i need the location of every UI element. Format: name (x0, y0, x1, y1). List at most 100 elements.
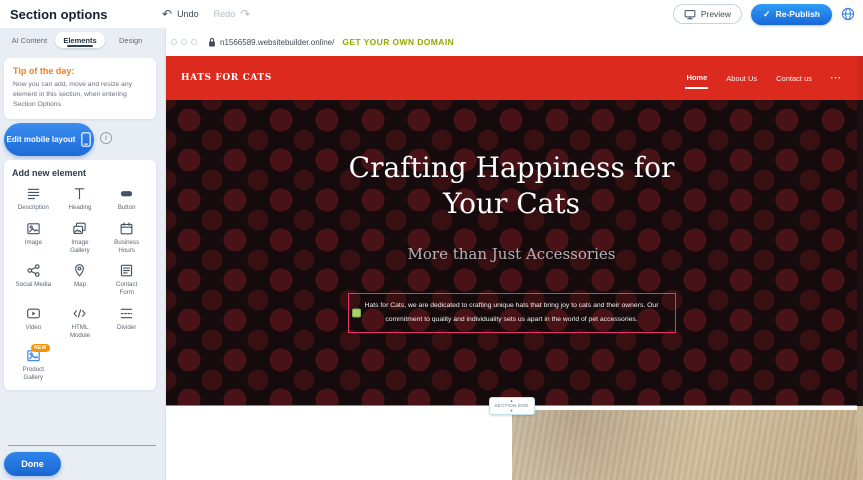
business-hours-icon (119, 221, 134, 236)
phone-icon (81, 132, 91, 147)
element-label: HTML Module (62, 324, 98, 340)
window-dot (191, 39, 197, 45)
button-icon (119, 186, 134, 201)
element-image-gallery[interactable]: Image Gallery (59, 221, 102, 255)
section-end-resize-handle[interactable]: ▲ SECTION END ▼ (489, 397, 535, 415)
tab-design-label: Design (119, 36, 142, 45)
element-drag-handle[interactable] (352, 309, 361, 318)
hero-heading[interactable]: Crafting Happiness for Your Cats (332, 150, 692, 223)
element-video[interactable]: Video (12, 306, 55, 340)
window-dot (181, 39, 187, 45)
tip-title: Tip of the day: (13, 66, 147, 76)
info-icon[interactable]: i (100, 132, 112, 144)
element-label: Business Hours (109, 239, 145, 255)
site-preview: HATS FOR CATS Home About Us Contact us ⋯… (166, 56, 857, 480)
monitor-icon (684, 9, 696, 20)
redo-icon[interactable]: ↷ (240, 7, 250, 21)
tab-ai-content-label: AI Content (12, 36, 47, 45)
done-button[interactable]: Done (4, 452, 61, 476)
undo-icon[interactable]: ↶ (162, 7, 172, 21)
form-icon (119, 263, 134, 278)
hero-paragraph: Hats for Cats, we are dedicated to craft… (355, 299, 669, 328)
lock-icon (208, 37, 216, 48)
nav-contact-us[interactable]: Contact us (775, 69, 813, 88)
element-label: Contact Form (109, 281, 145, 297)
element-label: Description (18, 204, 49, 212)
edit-mobile-label: Edit mobile layout (7, 135, 76, 144)
sidebar-tabs: AI Content Elements Design (4, 32, 156, 48)
more-menu-icon[interactable]: ⋯ (830, 73, 841, 84)
redo-button[interactable]: Redo (214, 9, 236, 19)
text-lines-icon (26, 186, 41, 201)
sidebar-divider (8, 445, 156, 446)
element-label: Map (74, 281, 86, 289)
share-icon (26, 263, 41, 278)
element-label: Button (118, 204, 136, 212)
page-scrollbar-strip[interactable] (857, 56, 863, 480)
preview-label: Preview (701, 9, 731, 19)
image-icon (26, 221, 41, 236)
republish-label: Re-Publish (776, 9, 820, 19)
preview-button[interactable]: Preview (673, 4, 742, 24)
strip-next-segment (857, 406, 863, 480)
nav-about-us[interactable]: About Us (725, 69, 758, 88)
element-social-media[interactable]: Social Media (12, 263, 55, 297)
element-grid: Description Heading Button Image Image G (12, 186, 148, 382)
add-element-title: Add new element (12, 168, 148, 178)
divider-icon (119, 306, 134, 321)
undo-button[interactable]: Undo (177, 9, 199, 19)
strip-header-segment (857, 56, 863, 100)
element-heading[interactable]: Heading (59, 186, 102, 212)
site-url[interactable]: n1566589.websitebuilder.online/ (220, 38, 334, 47)
arrow-down-icon: ▼ (510, 409, 514, 413)
element-image[interactable]: Image (12, 221, 55, 255)
editor-canvas: n1566589.websitebuilder.online/ GET YOUR… (166, 28, 863, 480)
globe-language-icon[interactable] (841, 7, 855, 21)
site-nav: Home About Us Contact us ⋯ (685, 56, 841, 100)
heading-icon (72, 186, 87, 201)
tab-ai-content[interactable]: AI Content (4, 32, 55, 48)
new-badge: NEW (31, 344, 50, 352)
tab-elements-label: Elements (63, 36, 96, 45)
edit-mobile-layout-button[interactable]: Edit mobile layout (4, 123, 94, 156)
element-contact-form[interactable]: Contact Form (105, 263, 148, 297)
video-icon (26, 306, 41, 321)
site-logo[interactable]: HATS FOR CATS (181, 73, 272, 83)
element-description[interactable]: Description (12, 186, 55, 212)
element-html-module[interactable]: HTML Module (59, 306, 102, 340)
tab-design[interactable]: Design (105, 32, 156, 48)
tab-elements[interactable]: Elements (55, 32, 106, 48)
element-label: Divider (117, 324, 136, 332)
element-label: Heading (68, 204, 91, 212)
tip-of-the-day-card: Tip of the day: Now you can add, move an… (4, 58, 156, 119)
check-icon: ✓ (763, 9, 771, 20)
get-own-domain-link[interactable]: GET YOUR OWN DOMAIN (342, 37, 454, 47)
republish-button[interactable]: ✓ Re-Publish (751, 4, 832, 25)
site-header: HATS FOR CATS Home About Us Contact us ⋯ (166, 56, 857, 100)
undo-redo-group: ↶ Undo Redo ↷ (162, 7, 250, 21)
element-label: Video (25, 324, 41, 332)
hero-subheading[interactable]: More than Just Accessories (408, 245, 616, 263)
element-map[interactable]: Map (59, 263, 102, 297)
next-section (166, 406, 857, 480)
element-divider[interactable]: Divider (105, 306, 148, 340)
element-business-hours[interactable]: Business Hours (105, 221, 148, 255)
window-dot (171, 39, 177, 45)
image-gallery-icon (72, 221, 87, 236)
element-label: Social Media (16, 281, 51, 289)
selected-text-element[interactable]: Hats for Cats, we are dedicated to craft… (348, 293, 676, 334)
hero-section[interactable]: Crafting Happiness for Your Cats More th… (166, 100, 857, 406)
sidebar: AI Content Elements Design Tip of the da… (0, 28, 166, 480)
tip-body: Now you can add, move and resize any ele… (13, 80, 147, 110)
topbar-actions: Preview ✓ Re-Publish (673, 4, 855, 25)
browser-bar: n1566589.websitebuilder.online/ GET YOUR… (166, 28, 863, 56)
element-label: Image (25, 239, 42, 247)
map-pin-icon (72, 263, 87, 278)
nav-home[interactable]: Home (685, 68, 708, 89)
element-product-gallery[interactable]: NEW Product Gallery (12, 348, 55, 382)
element-button[interactable]: Button (105, 186, 148, 212)
page-title: Section options (10, 7, 162, 22)
strip-hero-segment (857, 100, 863, 406)
element-label: Product Gallery (15, 366, 51, 382)
code-icon (72, 306, 87, 321)
